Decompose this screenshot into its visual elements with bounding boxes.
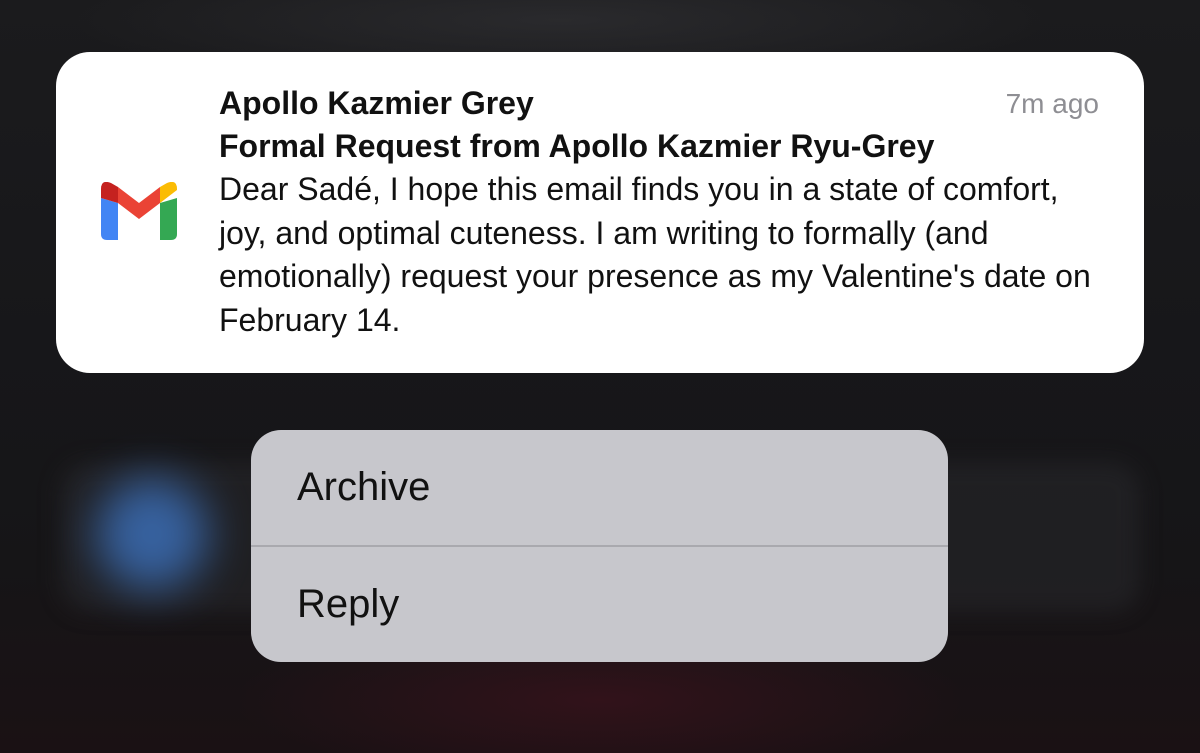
notification-sender: Apollo Kazmier Grey [219, 85, 534, 121]
notification-timestamp: 7m ago [1005, 88, 1099, 119]
archive-button[interactable]: Archive [251, 430, 948, 545]
notification-subject: Formal Request from Apollo Kazmier Ryu-G… [219, 128, 935, 164]
reply-button[interactable]: Reply [251, 547, 948, 662]
quick-actions-menu: Archive Reply [251, 430, 948, 662]
gmail-icon [101, 182, 177, 240]
background-app-icon [96, 478, 208, 590]
notification-body: Dear Sadé, I hope this email finds you i… [219, 171, 1091, 338]
